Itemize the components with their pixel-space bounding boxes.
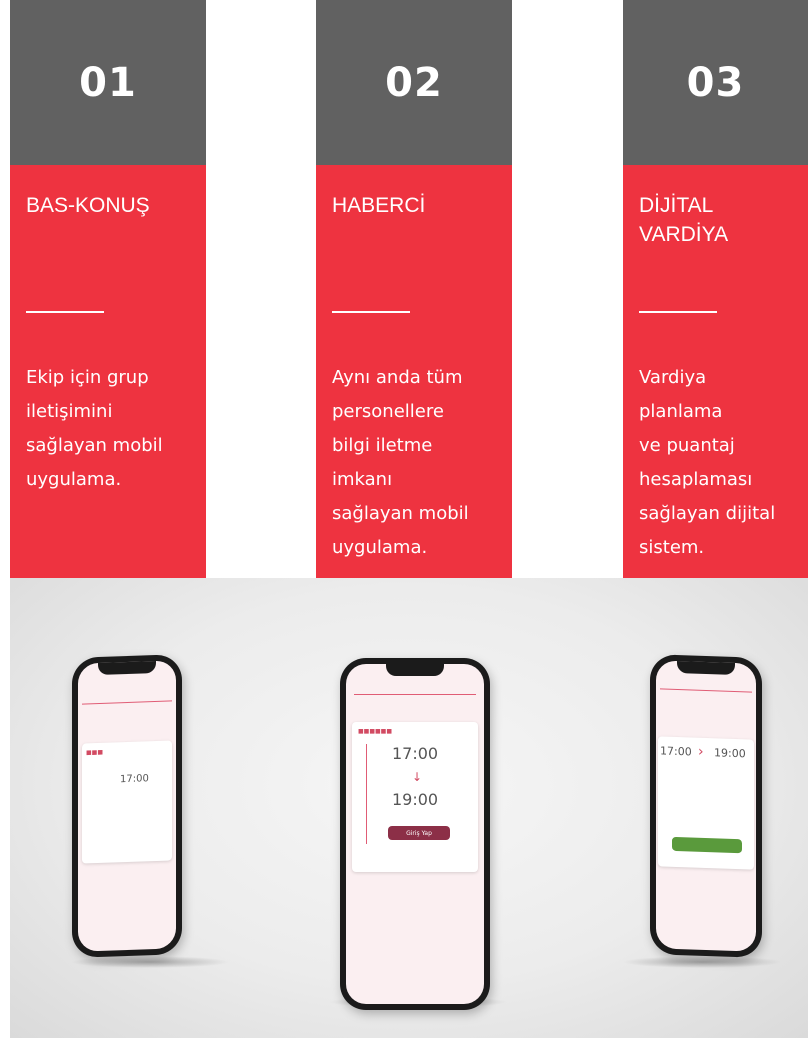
phone-center: ■■■■■■ 17:00 ↓ 19:00 Giriş Yap: [340, 658, 490, 1010]
phone-notch: [677, 660, 735, 676]
feature-title: DİJİTAL VARDİYA: [639, 194, 729, 246]
feature-title: BAS-KONUŞ: [26, 194, 150, 217]
shift-card: ■■■ 17:00: [82, 740, 172, 864]
divider: [332, 311, 410, 313]
start-time: 17:00: [392, 744, 439, 763]
screen-line: [354, 694, 476, 695]
login-button[interactable]: Giriş Yap: [388, 826, 450, 840]
number-box: 03: [623, 0, 808, 165]
feature-card: BAS-KONUŞ Ekip için grup iletişimini sağ…: [10, 165, 206, 578]
feature-card: HABERCİ Aynı anda tüm personellere bilgi…: [316, 165, 512, 578]
arrow-down-icon: ↓: [412, 770, 423, 784]
chevron-right-icon: ›: [698, 743, 704, 760]
action-button[interactable]: [672, 836, 742, 854]
divider: [26, 311, 104, 313]
phone-notch: [98, 660, 156, 676]
shift-card: ■■■■■■ 17:00 ↓ 19:00 Giriş Yap: [352, 722, 478, 872]
card-label: ■■■■■■: [358, 728, 393, 735]
end-time: 19:00: [392, 790, 439, 809]
phone-shadow: [622, 956, 782, 968]
feature-description: Vardiya planlama ve puantaj hesaplaması …: [639, 367, 776, 558]
phones-photo: ■■■ 17:00 ■■■■■■ 17:00 ↓ 19:00 Giriş Yap: [10, 578, 808, 1038]
feature-number: 02: [385, 59, 443, 106]
phone-notch: [386, 664, 444, 676]
phone-right: 17:00 › 19:00: [650, 654, 762, 958]
phone-left: ■■■ 17:00: [72, 654, 182, 958]
card-label: ■■■: [86, 748, 104, 757]
start-time: 17:00: [660, 744, 692, 759]
feature-number: 01: [79, 59, 137, 106]
screen-line: [660, 688, 752, 693]
feature-column-1: 01 BAS-KONUŞ Ekip için grup iletişimini …: [10, 0, 206, 578]
feature-description: Aynı anda tüm personellere bilgi iletme …: [332, 367, 469, 558]
feature-column-2: 02 HABERCİ Aynı anda tüm personellere bi…: [316, 0, 512, 578]
shift-card: 17:00 › 19:00: [658, 736, 754, 870]
feature-column-3: 03 DİJİTAL VARDİYA Vardiya planlama ve p…: [623, 0, 808, 578]
time-text: 17:00: [120, 773, 149, 786]
phone-screen: 17:00 › 19:00: [656, 660, 756, 952]
feature-card: DİJİTAL VARDİYA Vardiya planlama ve puan…: [623, 165, 808, 578]
number-box: 01: [10, 0, 206, 165]
phone-shadow: [70, 956, 230, 968]
feature-number: 03: [686, 59, 745, 106]
feature-description: Ekip için grup iletişimini sağlayan mobi…: [26, 367, 163, 490]
feature-title: HABERCİ: [332, 194, 426, 217]
phone-screen: ■■■■■■ 17:00 ↓ 19:00 Giriş Yap: [346, 664, 484, 1004]
number-box: 02: [316, 0, 512, 165]
divider: [639, 311, 717, 313]
phone-screen: ■■■ 17:00: [78, 660, 176, 952]
end-time: 19:00: [714, 746, 746, 761]
screen-line: [82, 700, 172, 705]
timeline-line: [366, 744, 367, 844]
